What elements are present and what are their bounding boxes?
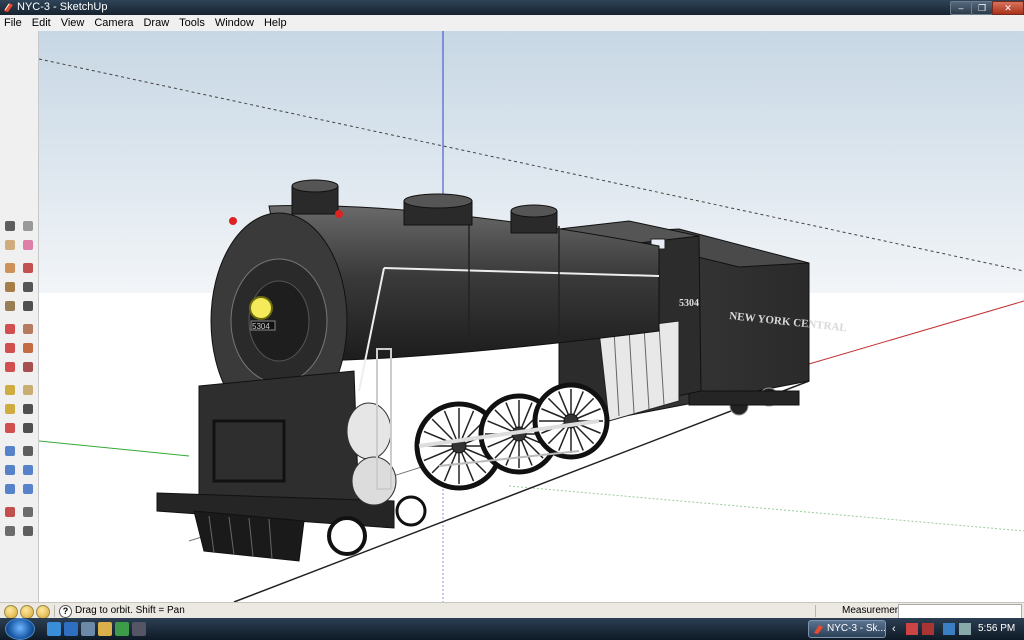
menu-camera[interactable]: Camera: [89, 15, 138, 31]
ie-icon[interactable]: [47, 622, 61, 636]
window-title: NYC-3 - SketchUp: [17, 1, 108, 13]
status-bar: ? Drag to orbit. Shift = Pan Measurement…: [0, 602, 1024, 619]
large-tool-set: [0, 31, 39, 602]
status-separator: [54, 605, 55, 617]
user-icon[interactable]: [36, 605, 50, 619]
offset-icon[interactable]: [20, 359, 36, 375]
menu-view[interactable]: View: [56, 15, 90, 31]
measurements-input[interactable]: [898, 604, 1022, 619]
polygon-icon[interactable]: [2, 298, 18, 314]
cab-number: 5304: [679, 298, 699, 309]
select-icon[interactable]: [2, 218, 18, 234]
menu-draw[interactable]: Draw: [138, 15, 174, 31]
task-label: NYC-3 - Sk...: [827, 623, 886, 634]
tray-expand-icon[interactable]: ‹: [892, 623, 904, 635]
menu-tools[interactable]: Tools: [174, 15, 210, 31]
look-around-icon[interactable]: [20, 504, 36, 520]
line-icon[interactable]: [20, 260, 36, 276]
freehand-icon[interactable]: [20, 298, 36, 314]
dimension-icon[interactable]: [20, 382, 36, 398]
zoom-window-icon[interactable]: [20, 462, 36, 478]
start-button[interactable]: [5, 618, 35, 640]
help-icon[interactable]: ?: [59, 605, 72, 618]
media-player-icon[interactable]: [115, 622, 129, 636]
credits-icon[interactable]: [20, 605, 34, 619]
menu-file[interactable]: File: [0, 15, 27, 31]
protractor-icon[interactable]: [2, 401, 18, 417]
axes-icon[interactable]: [2, 420, 18, 436]
scale-icon[interactable]: [2, 359, 18, 375]
menu-edit[interactable]: Edit: [27, 15, 56, 31]
status-hint: Drag to orbit. Shift = Pan: [75, 605, 185, 616]
geo-location-icon[interactable]: [4, 605, 18, 619]
position-camera-icon[interactable]: [2, 504, 18, 520]
explorer-icon[interactable]: [98, 622, 112, 636]
orbit-icon[interactable]: [2, 443, 18, 459]
rectangle-icon[interactable]: [2, 260, 18, 276]
switch-windows-icon[interactable]: [81, 622, 95, 636]
push-pull-icon[interactable]: [20, 321, 36, 337]
clock: 5:56 PM: [978, 623, 1016, 634]
menu-bar: File Edit View Camera Draw Tools Window …: [0, 15, 1024, 32]
paint-bucket-icon[interactable]: [2, 237, 18, 253]
quick-launch-icon[interactable]: [132, 622, 146, 636]
sketchup-app-icon: [4, 3, 13, 12]
status-separator: [815, 605, 816, 617]
zoom-extents-icon[interactable]: [20, 481, 36, 497]
maximize-button[interactable]: ❐: [971, 1, 993, 15]
move-icon[interactable]: [2, 321, 18, 337]
tray-network-icon[interactable]: [943, 623, 955, 635]
text-icon[interactable]: [20, 401, 36, 417]
circle-icon[interactable]: [2, 279, 18, 295]
eraser-icon[interactable]: [20, 237, 36, 253]
previous-view-icon[interactable]: [2, 481, 18, 497]
sketchup-task-icon: [814, 625, 823, 634]
minimize-button[interactable]: –: [950, 1, 972, 15]
section-plane-icon[interactable]: [20, 523, 36, 539]
make-component-icon[interactable]: [20, 218, 36, 234]
tray-security-icon[interactable]: [922, 623, 934, 635]
headlight: [249, 296, 273, 320]
follow-me-icon[interactable]: [20, 340, 36, 356]
rotate-icon[interactable]: [2, 340, 18, 356]
sketchup-task-button[interactable]: NYC-3 - Sk...: [808, 620, 886, 638]
tray-volume-icon[interactable]: [959, 623, 971, 635]
pan-icon[interactable]: [20, 443, 36, 459]
zoom-icon[interactable]: [2, 462, 18, 478]
close-button[interactable]: ✕: [992, 1, 1024, 15]
menu-window[interactable]: Window: [210, 15, 259, 31]
walk-icon[interactable]: [2, 523, 18, 539]
show-desktop-icon[interactable]: [64, 622, 78, 636]
drawing-viewport[interactable]: NEW YORK CENTRAL 5304 5304: [39, 31, 1024, 602]
tray-app-icon[interactable]: [906, 623, 918, 635]
menu-help[interactable]: Help: [259, 15, 292, 31]
3d-text-icon[interactable]: [20, 420, 36, 436]
arc-icon[interactable]: [20, 279, 36, 295]
number-plate: 5304: [252, 322, 270, 331]
title-bar: NYC-3 - SketchUp – ❐ ✕: [0, 0, 1024, 15]
scene-canvas[interactable]: NEW YORK CENTRAL 5304 5304: [39, 31, 1024, 602]
windows-taskbar: NYC-3 - Sk... ‹ 5:56 PM: [0, 618, 1024, 640]
tape-measure-icon[interactable]: [2, 382, 18, 398]
